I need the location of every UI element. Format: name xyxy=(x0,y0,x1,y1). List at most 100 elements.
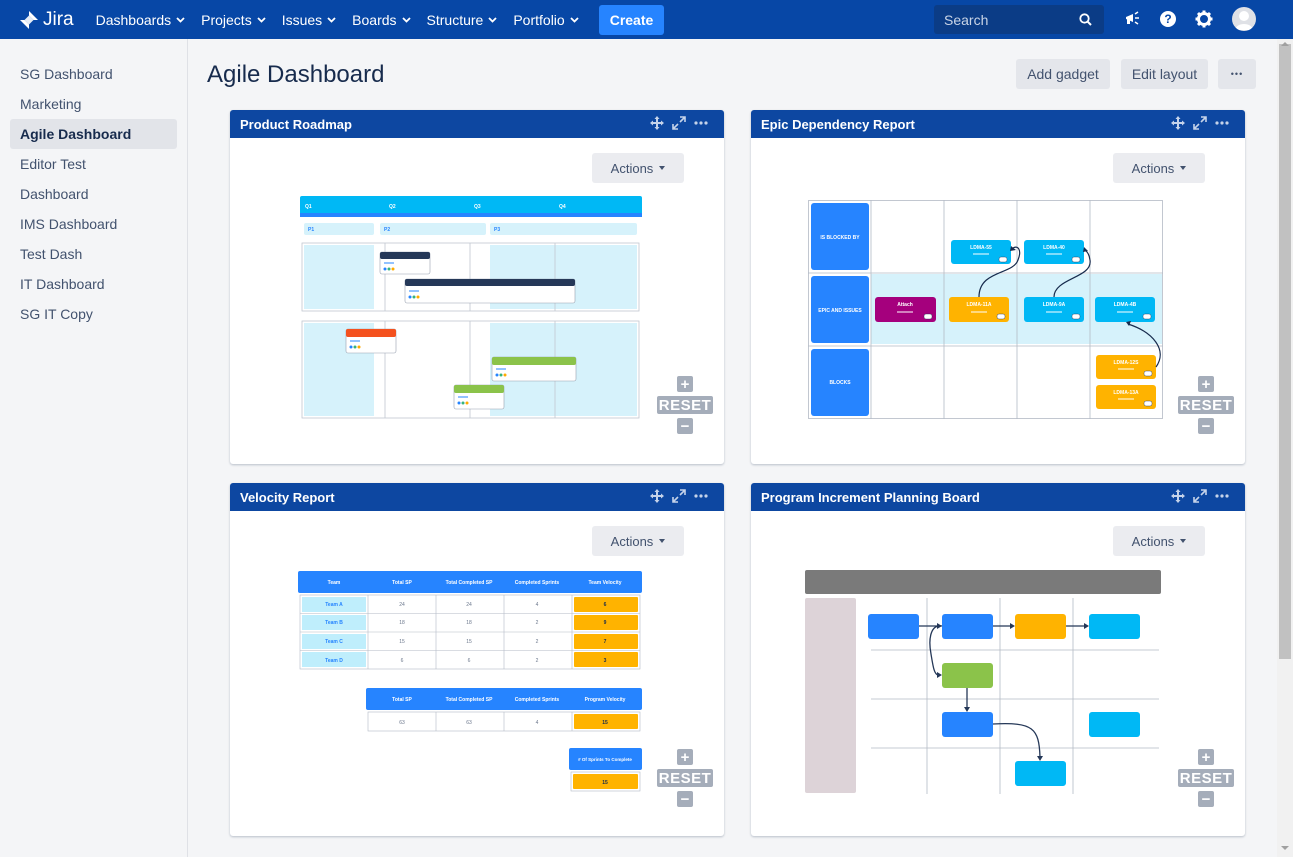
move-icon[interactable] xyxy=(650,489,664,506)
actions-label: Actions xyxy=(610,160,654,176)
table-header: Program Velocity xyxy=(585,697,626,703)
scrollbar-thumb[interactable] xyxy=(1279,44,1291,659)
table-cell: 6 xyxy=(604,602,607,608)
gadget-menu-icon[interactable] xyxy=(694,116,708,133)
app-name: Jira xyxy=(43,8,74,30)
gadget-title: Velocity Report xyxy=(240,489,335,505)
move-icon[interactable] xyxy=(650,116,664,133)
caret-down-icon xyxy=(1180,539,1187,543)
nav-projects[interactable]: Projects xyxy=(193,0,274,39)
epic-dependency-diagram: IS BLOCKED BY EPIC AND ISSUES BLOCKS LDM… xyxy=(808,200,1163,419)
gadget-menu-icon[interactable] xyxy=(694,489,708,506)
zoom-in-button[interactable]: + xyxy=(677,749,693,765)
zoom-in-button[interactable]: + xyxy=(1198,376,1214,392)
edit-layout-button[interactable]: Edit layout xyxy=(1121,59,1208,89)
pi-planning-diagram xyxy=(805,570,1161,794)
user-avatar[interactable] xyxy=(1232,7,1256,31)
search-icon[interactable] xyxy=(1079,13,1092,26)
row-label: IS BLOCKED BY xyxy=(820,235,860,241)
search-input[interactable] xyxy=(944,11,1074,28)
epic-dependency-gadget: Epic Dependency Report Actions IS BLOCKE… xyxy=(751,110,1245,464)
table-cell: 6 xyxy=(401,658,404,664)
nav-portfolio[interactable]: Portfolio xyxy=(505,0,586,39)
zoom-controls: + RESET − xyxy=(657,376,713,434)
sidebar-item-editor-test[interactable]: Editor Test xyxy=(10,149,177,179)
svg-text:?: ? xyxy=(1164,12,1171,26)
gadget-menu-icon[interactable] xyxy=(1215,116,1229,133)
actions-dropdown[interactable]: Actions xyxy=(592,526,684,556)
sidebar-item-dashboard[interactable]: Dashboard xyxy=(10,179,177,209)
nav-structure[interactable]: Structure xyxy=(419,0,506,39)
move-icon[interactable] xyxy=(1171,489,1185,506)
nav-label: Portfolio xyxy=(513,11,565,28)
product-roadmap-gadget: Product Roadmap Actions Q1 Q2 Q3 Q4 P1 P… xyxy=(230,110,724,464)
table-header: Completed Sprints xyxy=(515,580,560,586)
nav-issues[interactable]: Issues xyxy=(274,0,344,39)
sidebar-item-test-dash[interactable]: Test Dash xyxy=(10,239,177,269)
issue-card: LDMA-40 xyxy=(1043,245,1065,251)
gadget-menu-icon[interactable] xyxy=(1215,489,1229,506)
jira-logo[interactable]: Jira xyxy=(20,9,74,31)
actions-label: Actions xyxy=(610,533,654,549)
create-button[interactable]: Create xyxy=(598,4,665,35)
quarter-label: Q3 xyxy=(474,204,481,210)
add-gadget-button[interactable]: Add gadget xyxy=(1016,59,1110,89)
zoom-out-button[interactable]: − xyxy=(1198,791,1214,807)
maximize-icon[interactable] xyxy=(1193,116,1207,133)
actions-label: Actions xyxy=(1131,533,1175,549)
sidebar-item-marketing[interactable]: Marketing xyxy=(10,89,177,119)
chevron-down-icon xyxy=(176,16,185,23)
sidebar-item-sg-dashboard[interactable]: SG Dashboard xyxy=(10,59,177,89)
more-options-button[interactable]: ••• xyxy=(1218,59,1256,89)
gadget-header: Epic Dependency Report xyxy=(751,110,1245,138)
zoom-in-button[interactable]: + xyxy=(1198,749,1214,765)
gadget-header: Velocity Report xyxy=(230,483,724,511)
sidebar-item-ims-dashboard[interactable]: IMS Dashboard xyxy=(10,209,177,239)
table-header: Total Completed SP xyxy=(446,580,494,586)
table-cell: 2 xyxy=(536,620,539,626)
scroll-down-arrow-icon[interactable] xyxy=(1281,846,1289,850)
help-icon[interactable]: ? xyxy=(1159,10,1177,28)
table-cell: Team C xyxy=(325,639,343,645)
maximize-icon[interactable] xyxy=(1193,489,1207,506)
notifications-icon[interactable] xyxy=(1124,10,1142,28)
table-header: Team Velocity xyxy=(589,580,622,586)
maximize-icon[interactable] xyxy=(672,116,686,133)
zoom-out-button[interactable]: − xyxy=(1198,418,1214,434)
maximize-icon[interactable] xyxy=(672,489,686,506)
zoom-out-button[interactable]: − xyxy=(677,418,693,434)
nav-dashboards[interactable]: Dashboards xyxy=(88,0,194,39)
scroll-up-arrow-icon[interactable] xyxy=(1281,42,1289,46)
actions-dropdown[interactable]: Actions xyxy=(1113,526,1205,556)
table-cell: 7 xyxy=(604,639,607,645)
actions-dropdown[interactable]: Actions xyxy=(592,153,684,183)
chevron-down-icon xyxy=(570,16,579,23)
nav-boards[interactable]: Boards xyxy=(344,0,418,39)
chevron-down-icon xyxy=(488,16,497,23)
move-icon[interactable] xyxy=(1171,116,1185,133)
sidebar-item-sg-it-copy[interactable]: SG IT Copy xyxy=(10,299,177,329)
settings-icon[interactable] xyxy=(1195,10,1213,28)
gadget-header: Product Roadmap xyxy=(230,110,724,138)
velocity-report-gadget: Velocity Report Actions Team Total SP To… xyxy=(230,483,724,836)
table-cell: 63 xyxy=(466,720,472,726)
zoom-in-button[interactable]: + xyxy=(677,376,693,392)
reset-button[interactable]: RESET xyxy=(1178,769,1234,787)
row-label: BLOCKS xyxy=(829,380,851,386)
table-cell: 15 xyxy=(466,639,472,645)
reset-button[interactable]: RESET xyxy=(1178,396,1234,414)
table-cell: 15 xyxy=(602,780,608,786)
nav-label: Projects xyxy=(201,11,252,28)
sidebar-item-agile-dashboard[interactable]: Agile Dashboard xyxy=(10,119,177,149)
sidebar-item-it-dashboard[interactable]: IT Dashboard xyxy=(10,269,177,299)
zoom-out-button[interactable]: − xyxy=(677,791,693,807)
reset-button[interactable]: RESET xyxy=(657,769,713,787)
reset-button[interactable]: RESET xyxy=(657,396,713,414)
table-cell: 2 xyxy=(536,658,539,664)
actions-dropdown[interactable]: Actions xyxy=(1113,153,1205,183)
row-label: EPIC AND ISSUES xyxy=(818,308,862,314)
table-cell: 18 xyxy=(399,620,405,626)
table-cell: 18 xyxy=(466,620,472,626)
caret-down-icon xyxy=(659,166,666,170)
actions-label: Actions xyxy=(1131,160,1175,176)
